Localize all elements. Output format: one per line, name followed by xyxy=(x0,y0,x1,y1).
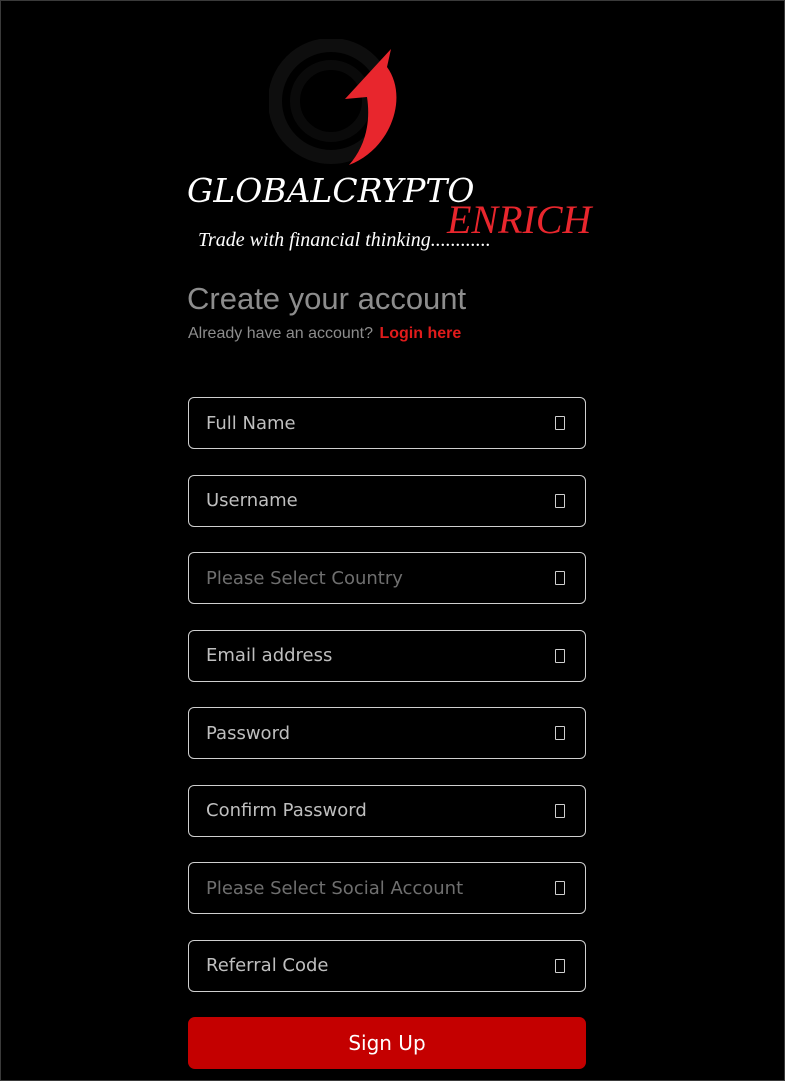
login-prompt: Already have an account? Login here xyxy=(188,325,461,343)
logo-arrow-icon xyxy=(269,39,397,165)
page-title: Create your account xyxy=(187,281,467,316)
full-name-field xyxy=(188,397,586,449)
confirm-password-input[interactable] xyxy=(189,785,585,836)
login-prompt-text: Already have an account? xyxy=(188,325,374,342)
signup-form xyxy=(188,397,586,1017)
at-icon xyxy=(555,493,565,508)
share-icon xyxy=(555,881,565,895)
brand-tagline: Trade with financial thinking...........… xyxy=(198,229,491,251)
sign-up-button[interactable]: Sign Up xyxy=(188,1017,586,1069)
lock-icon xyxy=(555,803,565,818)
globe-icon xyxy=(555,571,565,585)
username-input[interactable] xyxy=(189,475,585,526)
login-link[interactable]: Login here xyxy=(379,325,461,342)
brand-logo: GLOBALCRYPTO ENRICH Trade with financial… xyxy=(1,1,785,261)
referral-code-input[interactable] xyxy=(189,940,585,991)
envelope-icon xyxy=(555,648,565,663)
username-field xyxy=(188,474,586,527)
country-select[interactable] xyxy=(189,553,585,603)
email-field xyxy=(188,629,586,682)
brand-name: GLOBALCRYPTO xyxy=(187,171,475,210)
social-account-field xyxy=(188,862,586,914)
gift-icon xyxy=(555,958,565,973)
country-field xyxy=(188,552,586,604)
confirm-password-field xyxy=(188,784,586,837)
password-field xyxy=(188,707,586,759)
full-name-input[interactable] xyxy=(189,398,585,448)
social-account-select[interactable] xyxy=(189,863,585,913)
lock-icon xyxy=(555,726,565,740)
password-input[interactable] xyxy=(189,708,585,758)
user-icon xyxy=(555,416,565,430)
email-input[interactable] xyxy=(189,630,585,681)
referral-code-field xyxy=(188,939,586,992)
